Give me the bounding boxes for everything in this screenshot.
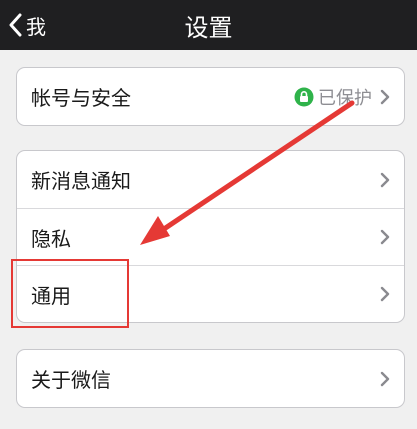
settings-item-label: 隐私 bbox=[31, 226, 71, 251]
settings-group-about: 关于微信 bbox=[16, 349, 405, 408]
settings-group-general: 新消息通知 隐私 通用 bbox=[16, 150, 405, 323]
settings-item-about-wechat[interactable]: 关于微信 bbox=[17, 350, 404, 407]
settings-group-account: 帐号与安全 已保护 bbox=[16, 67, 405, 126]
back-label: 我 bbox=[26, 14, 46, 39]
chevron-right-icon bbox=[380, 286, 390, 302]
lock-icon bbox=[294, 87, 314, 106]
navigation-bar: 我 设置 bbox=[0, 0, 417, 50]
settings-item-label: 关于微信 bbox=[31, 368, 111, 392]
status-badge: 已保护 bbox=[318, 87, 372, 109]
settings-item-label: 通用 bbox=[31, 283, 71, 308]
chevron-right-icon bbox=[380, 89, 390, 104]
settings-item-notifications[interactable]: 新消息通知 bbox=[17, 151, 404, 208]
chevron-right-icon bbox=[380, 172, 390, 187]
chevron-right-icon bbox=[380, 371, 390, 386]
settings-item-label: 新消息通知 bbox=[31, 169, 131, 193]
account-status: 已保护 bbox=[294, 84, 372, 110]
settings-item-account-security[interactable]: 帐号与安全 已保护 bbox=[17, 68, 404, 125]
settings-item-label: 帐号与安全 bbox=[31, 86, 131, 110]
back-button[interactable]: 我 bbox=[8, 0, 46, 50]
chevron-right-icon bbox=[380, 229, 390, 245]
settings-item-privacy[interactable]: 隐私 bbox=[17, 208, 404, 265]
settings-item-general[interactable]: 通用 bbox=[17, 265, 404, 322]
page-title: 设置 bbox=[184, 13, 233, 42]
chevron-left-icon bbox=[9, 13, 22, 37]
